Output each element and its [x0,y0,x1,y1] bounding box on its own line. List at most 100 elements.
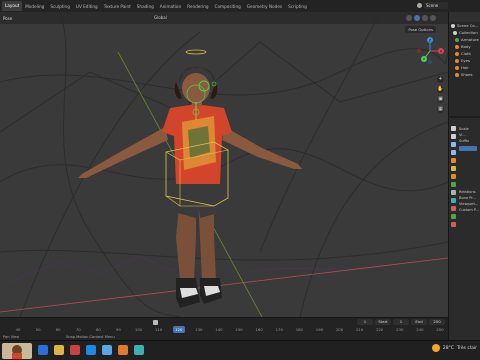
workspace-tab-uv-editing[interactable]: UV Editing [73,4,101,9]
weather-sun-icon[interactable] [431,344,440,352]
workspace-tabs-bar: Layout Modeling Sculpting UV Editing Texture… [0,0,480,12]
workspace-tab-animation[interactable]: Animation [157,4,184,9]
outliner-row-label: Collection [459,30,478,35]
3d-viewport[interactable]: Pose Global Pose Options X Z Y + ✋ ▣ ▦ [0,12,448,317]
properties-tab-icon[interactable] [451,142,456,147]
zoom-icon[interactable]: + [437,76,444,83]
properties-tab-icon[interactable] [451,134,456,139]
taskbar-app-icon[interactable] [70,345,80,355]
outliner-row[interactable]: Collection [449,29,480,36]
workspace-tab-compositing[interactable]: Compositing [212,4,244,9]
outliner-panel: Scene Co... Collection Armature Body Cloth Ey… [448,12,480,116]
play-icon[interactable] [153,320,158,325]
property-row[interactable]: Suffix [459,138,480,144]
frame-tick-label: 180 [295,327,303,332]
frame-tick-label: 100 [134,327,143,332]
frame-tick-label: 130 [195,327,203,332]
end-frame-field[interactable]: 250 [429,319,445,325]
status-left: Pan View [3,335,20,339]
outliner-row[interactable]: Armature [449,36,480,43]
frame-tick-label: 50 [35,327,41,332]
properties-tab-icon[interactable] [451,198,456,203]
pan-hand-icon[interactable]: ✋ [437,86,444,93]
properties-tab-icon[interactable] [451,190,456,195]
selected-property-field[interactable] [459,146,477,151]
outliner-row-label: Body [461,44,471,49]
object-type-icon [455,58,459,63]
playhead[interactable]: 120 [172,326,185,333]
properties-panel: Scale Vi... Suffix Relations Bone Pr... Viewp… [448,118,480,340]
frame-tick-label: 220 [376,327,384,332]
outliner-row[interactable]: Hair [449,64,480,71]
window-thumbnail[interactable] [2,342,32,359]
blender-window: Layout Modeling Sculpting UV Editing Texture… [0,0,480,360]
frame-tick-label: 140 [215,327,223,332]
camera-view-icon[interactable]: ▣ [437,96,444,103]
properties-tab-icon[interactable] [451,214,456,219]
object-type-icon [455,65,459,70]
outliner-row-label: Armature [461,37,479,42]
properties-tab-icon[interactable] [451,126,456,131]
wireframe-shading-icon[interactable] [406,15,412,21]
current-frame-field[interactable]: 1 [357,319,373,325]
taskbar-app-icon[interactable] [118,345,128,355]
outliner-row[interactable]: Body [449,43,480,50]
interaction-mode[interactable]: Pose [3,16,12,21]
timeline-panel: 1 Start 1 End 250 40 50 60 70 80 90 100 110 120 1… [0,317,448,340]
perspective-grid-icon[interactable]: ▦ [437,106,444,113]
workspace-tab-scripting[interactable]: Scripting [285,4,310,9]
outliner-row[interactable]: Scene Co... [449,22,480,29]
workspace-tab-geometry-nodes[interactable]: Geometry Nodes [244,4,285,9]
weather-desc[interactable]: Très clair [457,346,477,351]
object-type-icon [455,51,459,56]
workspace-tab-modeling[interactable]: Modeling [22,4,47,9]
start-frame-field[interactable]: 1 [393,319,409,325]
scene-selector[interactable]: Scene [417,2,448,9]
taskbar-app-icon[interactable] [54,345,64,355]
weather-temp[interactable]: 28°C [443,346,454,351]
property-row[interactable]: Custom P... [459,207,480,213]
outliner-row[interactable]: Shoes [449,71,480,78]
scene-field[interactable]: Scene [424,2,448,9]
outliner-row[interactable]: Eyes [449,57,480,64]
transform-orientation[interactable]: Global [152,15,169,21]
frame-tick-label: 40 [15,327,21,332]
properties-tab-icon[interactable] [451,222,456,227]
workspace-tab-texture-paint[interactable]: Texture Paint [101,4,134,9]
viewport-shading-buttons [406,15,436,21]
frame-tick-label: 200 [335,327,344,332]
workspace-tab-rendering[interactable]: Rendering [184,4,211,9]
properties-tab-icon[interactable] [451,182,456,187]
navigation-gizmo[interactable]: X Z Y [415,36,445,66]
properties-tab-icon[interactable] [451,158,456,163]
frame-tick-label: 160 [255,327,263,332]
frame-tick-label: 230 [396,327,404,332]
orientation-dropdown[interactable]: Global [152,15,169,21]
frame-tick-label: 190 [315,327,324,332]
end-label: End [411,319,427,325]
taskbar-app-icon[interactable] [134,345,144,355]
outliner-row[interactable]: Cloth [449,50,480,57]
properties-tabs [449,126,458,227]
properties-tab-icon[interactable] [451,206,456,211]
workspace-tab-layout[interactable]: Layout [2,1,23,11]
workspace-tab-sculpting[interactable]: Sculpting [47,4,73,9]
taskbar-app-icon[interactable] [102,345,112,355]
rendered-shading-icon[interactable] [430,15,436,21]
timeline-controls: 1 Start 1 End 250 [0,318,448,327]
object-type-icon [453,30,457,35]
object-type-icon [455,37,459,42]
workspace-tab-shading[interactable]: Shading [134,4,157,9]
taskbar-app-icon[interactable] [38,345,48,355]
timeline-ruler[interactable]: 40 50 60 70 80 90 100 110 120 130 140 150 160 170 180 1… [0,326,448,335]
properties-tab-icon[interactable] [451,166,456,171]
properties-tab-icon[interactable] [451,174,456,179]
solid-shading-icon[interactable] [414,15,420,21]
material-shading-icon[interactable] [422,15,428,21]
properties-tab-icon[interactable] [451,150,456,155]
frame-tick-label: 210 [355,327,364,332]
windows-taskbar: 28°C Très clair [0,340,480,360]
system-tray: 28°C Très clair [431,344,477,352]
taskbar-app-icon[interactable] [86,345,96,355]
pose-options-button[interactable]: Pose Options [405,26,436,33]
